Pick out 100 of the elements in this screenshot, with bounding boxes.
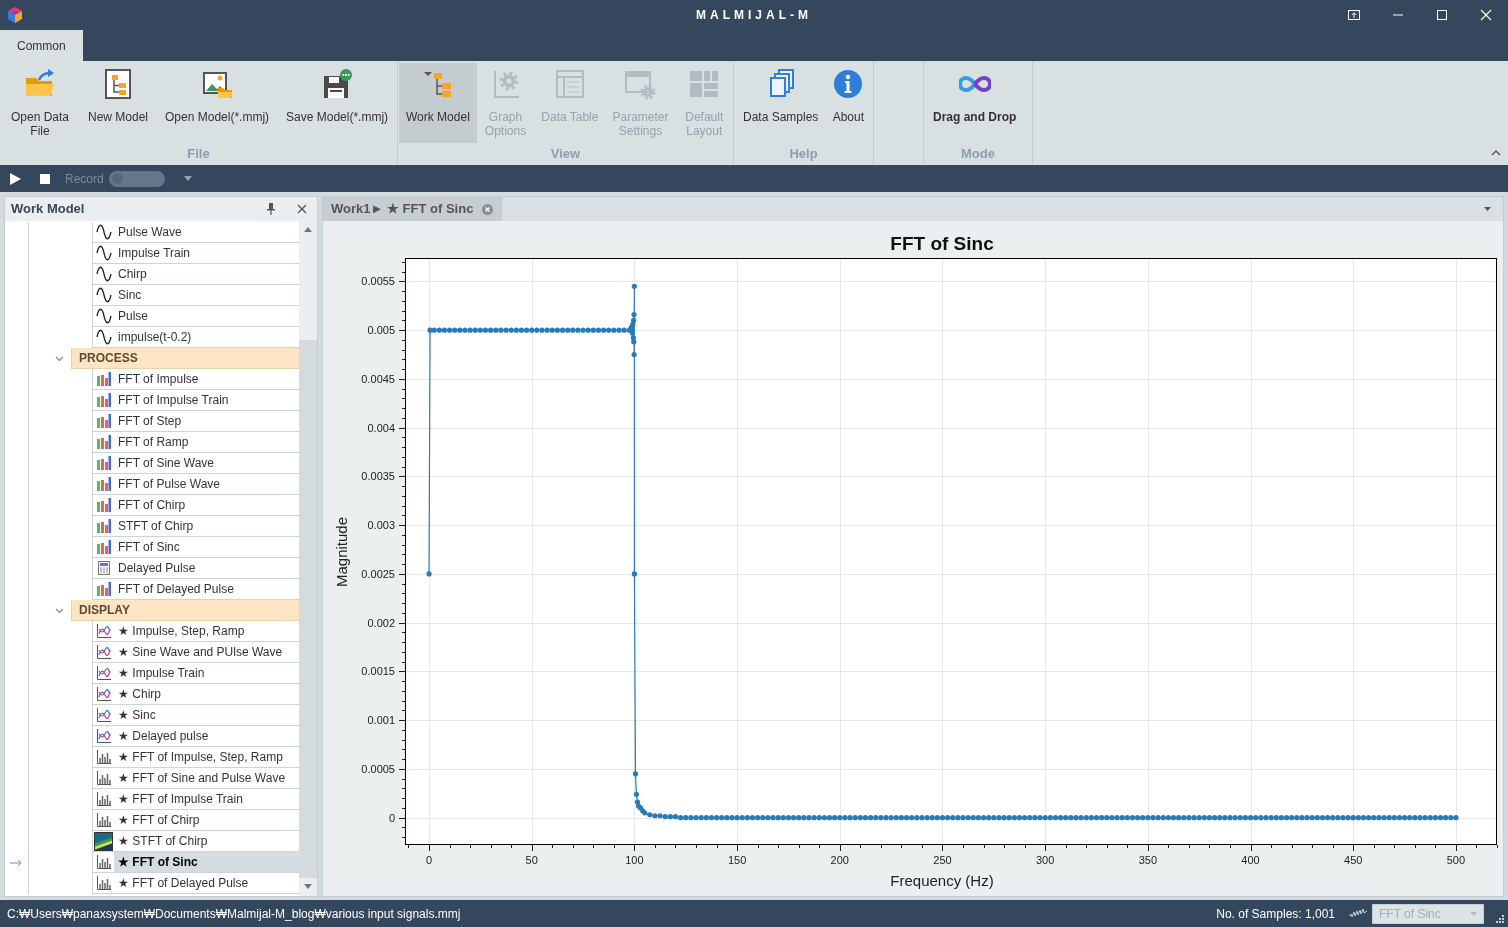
data-point bbox=[632, 771, 639, 777]
bar-chart-icon bbox=[95, 854, 112, 870]
line-chart-icon bbox=[95, 644, 112, 660]
caret-down-icon[interactable] bbox=[183, 176, 192, 181]
ribbon-tab[interactable]: Common bbox=[0, 30, 83, 61]
tree-item[interactable]: Chirp bbox=[92, 264, 299, 285]
y-tick-label: 0.0025 bbox=[361, 567, 395, 580]
ribbon-button[interactable]: Work Model bbox=[399, 63, 477, 143]
tree-item[interactable]: FFT of Impulse Train bbox=[92, 390, 299, 411]
y-tick-label: 0.001 bbox=[367, 714, 395, 727]
scroll-up-icon[interactable] bbox=[304, 227, 312, 232]
tree-group-header[interactable]: DISPLAY bbox=[71, 600, 299, 621]
pin-icon[interactable] bbox=[267, 203, 275, 215]
data-point bbox=[631, 351, 637, 358]
x-tick-label: 100 bbox=[625, 854, 644, 866]
data-point bbox=[631, 571, 637, 577]
tree-item[interactable]: ★ FFT of Sine and Pulse Wave bbox=[92, 768, 299, 789]
resize-grip-icon[interactable] bbox=[1494, 913, 1504, 923]
chevron-down-icon[interactable] bbox=[55, 354, 64, 363]
x-tick-label: 300 bbox=[1036, 854, 1055, 866]
ribbon-button[interactable]: Open Data File bbox=[2, 63, 78, 143]
scrollbar-thumb[interactable] bbox=[299, 340, 317, 878]
play-icon bbox=[10, 172, 21, 185]
sine-wave-icon bbox=[95, 266, 112, 282]
tree-item[interactable]: ★ FFT of Impulse Train bbox=[92, 789, 299, 810]
spectrogram-icon bbox=[94, 831, 113, 851]
play-button[interactable] bbox=[10, 172, 21, 185]
scroll-down-icon[interactable] bbox=[304, 884, 312, 889]
data-point bbox=[631, 283, 637, 289]
color-bar-chart-icon bbox=[95, 476, 112, 492]
tree-item[interactable]: Sinc bbox=[92, 285, 299, 306]
tree-item[interactable]: ★ Chirp bbox=[92, 684, 299, 705]
close-icon bbox=[1480, 9, 1492, 21]
tree-item[interactable]: FFT of Ramp bbox=[92, 432, 299, 453]
bar-chart-icon bbox=[95, 791, 112, 807]
chevron-down-icon[interactable] bbox=[55, 606, 64, 615]
y-tick-label: 0.0005 bbox=[361, 762, 395, 775]
tree-item[interactable]: FFT of Sinc bbox=[92, 537, 299, 558]
window-title: MALMIJAL-M bbox=[696, 7, 812, 24]
tree-item[interactable]: ★ FFT of Chirp bbox=[92, 810, 299, 831]
close-icon[interactable] bbox=[482, 203, 494, 215]
document-tab[interactable]: Work1► ★ FFT of Sinc bbox=[323, 197, 503, 221]
chevron-up-icon[interactable] bbox=[1491, 149, 1501, 156]
x-axis-label: Frequency (Hz) bbox=[890, 872, 994, 889]
line-chart-icon bbox=[95, 707, 112, 723]
arrow-right-icon bbox=[10, 858, 22, 867]
tree-item[interactable]: Impulse Train bbox=[92, 243, 299, 264]
tree-item[interactable]: FFT of Pulse Wave bbox=[92, 474, 299, 495]
x-tick-label: 500 bbox=[1446, 854, 1466, 866]
sine-wave-icon bbox=[95, 287, 112, 303]
caret-down-icon[interactable] bbox=[1484, 207, 1491, 211]
tree-item[interactable]: ★ FFT of Delayed Pulse bbox=[92, 873, 299, 894]
color-bar-chart-icon bbox=[95, 392, 112, 408]
tree-item[interactable]: Delayed Pulse bbox=[92, 558, 299, 579]
ribbon-button[interactable]: Drag and Drop bbox=[926, 63, 1024, 143]
tree-item[interactable]: ★ Impulse, Step, Ramp bbox=[92, 621, 299, 642]
tree-item[interactable]: FFT of Sine Wave bbox=[92, 453, 299, 474]
maximize-icon bbox=[1436, 9, 1448, 21]
tree-item[interactable]: FFT of Chirp bbox=[92, 495, 299, 516]
y-tick-label: 0.0015 bbox=[361, 665, 395, 678]
ribbon-button[interactable]: Save Model(*.mmj) bbox=[279, 63, 396, 143]
ribbon-button[interactable]: New Model bbox=[81, 63, 156, 143]
tree-item[interactable]: ★ Delayed pulse bbox=[92, 726, 299, 747]
tree-item[interactable]: ★ Impulse Train bbox=[92, 663, 299, 684]
waveform-icon bbox=[1349, 907, 1367, 920]
tree-item[interactable]: ★ FFT of Impulse, Step, Ramp bbox=[92, 747, 299, 768]
x-tick-label: 450 bbox=[1344, 854, 1363, 866]
calculator-icon bbox=[95, 560, 112, 576]
tree-group-header[interactable]: PROCESS bbox=[71, 348, 299, 369]
tree-item[interactable]: Pulse Wave bbox=[92, 222, 299, 243]
line-chart-icon bbox=[95, 728, 112, 744]
ribbon-button[interactable]: About bbox=[825, 63, 872, 143]
tree-item[interactable]: FFT of Step bbox=[92, 411, 299, 432]
ribbon-button[interactable]: Open Model(*.mmj) bbox=[158, 63, 277, 143]
stop-button[interactable] bbox=[40, 173, 50, 184]
scrollbar[interactable] bbox=[299, 221, 317, 896]
tree-item[interactable]: Pulse bbox=[92, 306, 299, 327]
color-bar-chart-icon bbox=[95, 539, 112, 555]
grid-layout-icon bbox=[688, 68, 721, 100]
window-gear-icon bbox=[624, 68, 657, 100]
line-chart-icon bbox=[95, 623, 112, 639]
tree-item[interactable]: ★ Sinc bbox=[92, 705, 299, 726]
file-path: C:₩Users₩panaxsystem₩Documents₩Malmijal-M_blog₩various input signals.mmj bbox=[6, 905, 461, 923]
tree-item[interactable]: FFT of Impulse bbox=[92, 369, 299, 390]
table-icon bbox=[553, 68, 586, 100]
tree-item[interactable]: STFT of Chirp bbox=[92, 516, 299, 537]
cube-logo-icon bbox=[6, 6, 24, 24]
color-bar-chart-icon bbox=[95, 455, 112, 471]
ribbon-button[interactable]: Data Samples bbox=[736, 63, 826, 143]
y-tick-label: 0.0035 bbox=[361, 470, 395, 483]
y-tick-label: 0.0045 bbox=[361, 372, 395, 385]
stop-icon bbox=[40, 173, 50, 184]
x-tick-label: 400 bbox=[1241, 854, 1260, 866]
y-tick-label: 0 bbox=[388, 811, 395, 824]
sine-wave-icon bbox=[95, 245, 112, 261]
sine-wave-icon bbox=[95, 308, 112, 324]
record-label: Record bbox=[65, 170, 104, 188]
tree-item[interactable]: ★ Sine Wave and PUlse Wave bbox=[92, 642, 299, 663]
color-bar-chart-icon bbox=[95, 413, 112, 429]
close-icon[interactable] bbox=[297, 204, 307, 214]
